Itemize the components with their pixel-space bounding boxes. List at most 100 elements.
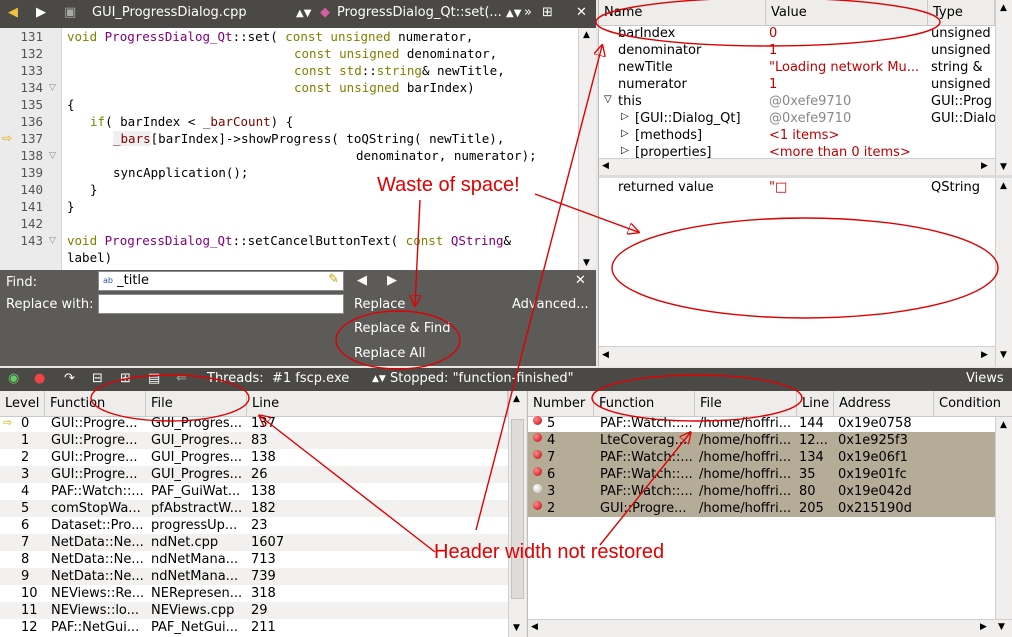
expand-arrow-icon[interactable]: ▷ — [621, 145, 629, 156]
close-find-icon[interactable]: ✕ — [575, 273, 586, 288]
stack-header-level[interactable]: Level — [0, 391, 45, 417]
reverse-direction-icon[interactable]: ⇐ — [176, 371, 187, 386]
bp-header-function[interactable]: Function — [594, 391, 695, 417]
stack-header-file[interactable]: File — [146, 391, 247, 417]
locals-row[interactable]: ▷ [GUI::Dialog_Qt] @0xefe9710 GUI::Dialo — [599, 111, 995, 128]
file-name-combo[interactable]: GUI_ProgressDialog.cpp — [92, 5, 247, 20]
continue-icon[interactable]: ◉ — [8, 371, 19, 386]
views-button[interactable]: Views — [966, 371, 1004, 386]
stack-frame-row[interactable]: 1 GUI::Progre... GUI_Progres... 83 — [0, 432, 508, 449]
find-previous-icon[interactable]: ◀ — [357, 273, 367, 288]
scroll-up-icon[interactable]: ▲ — [1000, 3, 1007, 13]
locals-row[interactable]: numerator 1 unsigned — [599, 77, 995, 94]
threads-combo[interactable]: #1 fscp.exe — [272, 371, 349, 386]
scroll-up-icon[interactable]: ▲ — [1000, 420, 1007, 430]
fold-marker-icon[interactable]: ▽ — [49, 83, 56, 93]
stack-frame-row[interactable]: 9 NetData::Ne... ndNetMana... 739 — [0, 568, 508, 585]
advanced-button[interactable]: Advanced... — [512, 297, 589, 312]
bp-vertical-scrollbar[interactable]: ▲ — [995, 417, 1012, 619]
breakpoint-row[interactable]: 7 PAF::Watch::... /home/hoffri... 134 0x19e0… — [528, 449, 995, 466]
return-pane-vertical-scrollbar[interactable]: ▲ ▼ — [995, 178, 1012, 366]
clear-icon[interactable]: ✎ — [328, 272, 339, 287]
more-icon[interactable]: » — [524, 5, 532, 20]
scroll-left-icon[interactable]: ◀ — [531, 622, 538, 632]
scroll-up-icon[interactable]: ▲ — [1000, 181, 1007, 191]
replace-all-button[interactable]: Replace All — [354, 346, 426, 361]
operate-by-instruction-icon[interactable]: ▤ — [148, 371, 160, 386]
bp-header-condition[interactable]: Condition — [934, 391, 1012, 417]
code-editor[interactable]: 131 132 133 134 135 136 137 138 139 140 141 142 143 ▽… — [0, 28, 596, 270]
locals-vertical-scrollbar[interactable]: ▲ ▼ — [995, 0, 1012, 175]
expand-arrow-icon[interactable]: ▽ — [604, 94, 612, 105]
locals-row[interactable]: newTitle "Loading network Mu... string & — [599, 60, 995, 77]
breakpoint-row[interactable]: 5 PAF::Watch::... /home/hoffri... 144 0x19e0… — [528, 415, 995, 432]
bp-horizontal-scrollbar[interactable]: ◀ ▶ ▼ — [528, 619, 1012, 637]
replace-input[interactable] — [98, 294, 344, 314]
stack-frame-row[interactable]: 3 GUI::Progre... GUI_Progres... 26 — [0, 466, 508, 483]
stack-frame-row[interactable]: 11 NEViews::lo... NEViews.cpp 29 — [0, 602, 508, 619]
step-into-icon[interactable]: ⊟ — [92, 371, 103, 386]
breakpoint-row[interactable]: 2 GUI::Progre... /home/hoffri... 205 0x21519… — [528, 500, 995, 517]
locals-row[interactable]: ▽ this @0xefe9710 GUI::Prog — [599, 94, 995, 111]
find-next-icon[interactable]: ▶ — [387, 273, 397, 288]
stack-frame-row[interactable]: 12 PAF::NetGui... PAF_NetGui... 211 — [0, 619, 508, 636]
stack-frame-row[interactable]: 8 NetData::Ne... ndNetMana... 713 — [0, 551, 508, 568]
stack-frame-row[interactable]: 6 Dataset::Pro... progressUp... 23 — [0, 517, 508, 534]
stack-frame-row[interactable]: 7 NetData::Ne... ndNet.cpp 1607 — [0, 534, 508, 551]
scroll-right-icon[interactable]: ▶ — [981, 350, 988, 360]
locals-row[interactable]: ▷ [methods] <1 items> — [599, 128, 995, 145]
stack-vertical-scrollbar[interactable]: ▲ ▼ — [508, 391, 526, 637]
scroll-right-icon[interactable]: ▶ — [981, 161, 988, 171]
locals-horizontal-scrollbar[interactable]: ◀ ▶ — [599, 158, 995, 175]
breakpoint-row[interactable]: 3 PAF::Watch::... /home/hoffri... 80 0x19e04… — [528, 483, 995, 500]
file-combo-arrow-icon[interactable]: ▲▼ — [296, 8, 311, 19]
stack-frame-row[interactable]: 4 PAF::Watch::... PAF_GuiWat... 138 — [0, 483, 508, 500]
stack-frame-row[interactable]: ⇨ 0 GUI::Progre... GUI_Progres... 137 — [0, 415, 508, 432]
locals-row[interactable]: barIndex 0 unsigned — [599, 26, 995, 43]
find-input[interactable]: a​b _title ✎ — [98, 271, 344, 291]
stack-frame-row[interactable]: 10 NEViews::Re... NERepresen... 318 — [0, 585, 508, 602]
bp-header-file[interactable]: File — [695, 391, 797, 417]
expand-arrow-icon[interactable]: ▷ — [621, 128, 629, 139]
breakpoint-row[interactable]: 6 PAF::Watch::... /home/hoffri... 35 0x19e01… — [528, 466, 995, 483]
case-options-icon[interactable]: a​b — [103, 276, 113, 285]
stop-debugger-icon[interactable]: ● — [34, 371, 45, 386]
split-icon[interactable]: ⊞ — [542, 5, 553, 20]
scroll-left-icon[interactable]: ◀ — [602, 161, 609, 171]
locals-header-value[interactable]: Value — [766, 0, 928, 26]
locals-header-name[interactable]: Name — [599, 0, 766, 26]
fold-marker-icon[interactable]: ▽ — [49, 151, 56, 161]
symbol-combo-arrow-icon[interactable]: ▲▼ — [506, 8, 521, 19]
close-editor-icon[interactable]: ✕ — [576, 5, 587, 20]
symbol-combo[interactable]: ProgressDialog_Qt::set(... — [337, 5, 502, 20]
bp-header-line[interactable]: Line — [797, 391, 834, 417]
replace-and-find-button[interactable]: Replace & Find — [354, 321, 450, 336]
bp-header-address[interactable]: Address — [834, 391, 934, 417]
step-out-icon[interactable]: ⊞ — [120, 371, 131, 386]
step-over-icon[interactable]: ↷ — [64, 371, 75, 386]
stack-scroll-thumb[interactable] — [511, 419, 524, 599]
stack-frame-row[interactable]: 5 comStopWa... pfAbstractW... 182 — [0, 500, 508, 517]
locals-row[interactable]: denominator 1 unsigned — [599, 43, 995, 60]
scroll-up-icon[interactable]: ▲ — [513, 394, 520, 404]
return-pane-horizontal-scrollbar[interactable]: ◀ ▶ — [599, 346, 995, 366]
stack-frame-row[interactable]: 2 GUI::Progre... GUI_Progres... 138 — [0, 449, 508, 466]
stack-header-line[interactable]: Line — [247, 391, 508, 417]
scroll-down-icon[interactable]: ▼ — [583, 258, 590, 268]
threads-combo-arrow-icon[interactable]: ▲▼ — [372, 374, 386, 384]
replace-button[interactable]: Replace — [354, 297, 405, 312]
locals-header-type[interactable]: Type — [928, 0, 995, 26]
breakpoint-row[interactable]: 4 LteCoverag... /home/hoffri... 12... 0x1e92… — [528, 432, 995, 449]
scroll-left-icon[interactable]: ◀ — [602, 350, 609, 360]
scroll-down-icon[interactable]: ▼ — [998, 622, 1005, 632]
back-arrow-icon[interactable]: ◀ — [8, 5, 18, 20]
bp-header-number[interactable]: Number — [528, 391, 594, 417]
fold-marker-icon[interactable]: ▽ — [49, 236, 56, 246]
scroll-down-icon[interactable]: ▼ — [1000, 162, 1007, 172]
forward-arrow-icon[interactable]: ▶ — [36, 5, 46, 20]
scroll-right-icon[interactable]: ▶ — [980, 622, 987, 632]
scroll-down-icon[interactable]: ▼ — [1000, 350, 1007, 360]
expand-arrow-icon[interactable]: ▷ — [621, 111, 629, 122]
scroll-down-icon[interactable]: ▼ — [513, 623, 520, 633]
editor-vertical-scrollbar[interactable]: ▲ ▼ — [578, 28, 596, 270]
